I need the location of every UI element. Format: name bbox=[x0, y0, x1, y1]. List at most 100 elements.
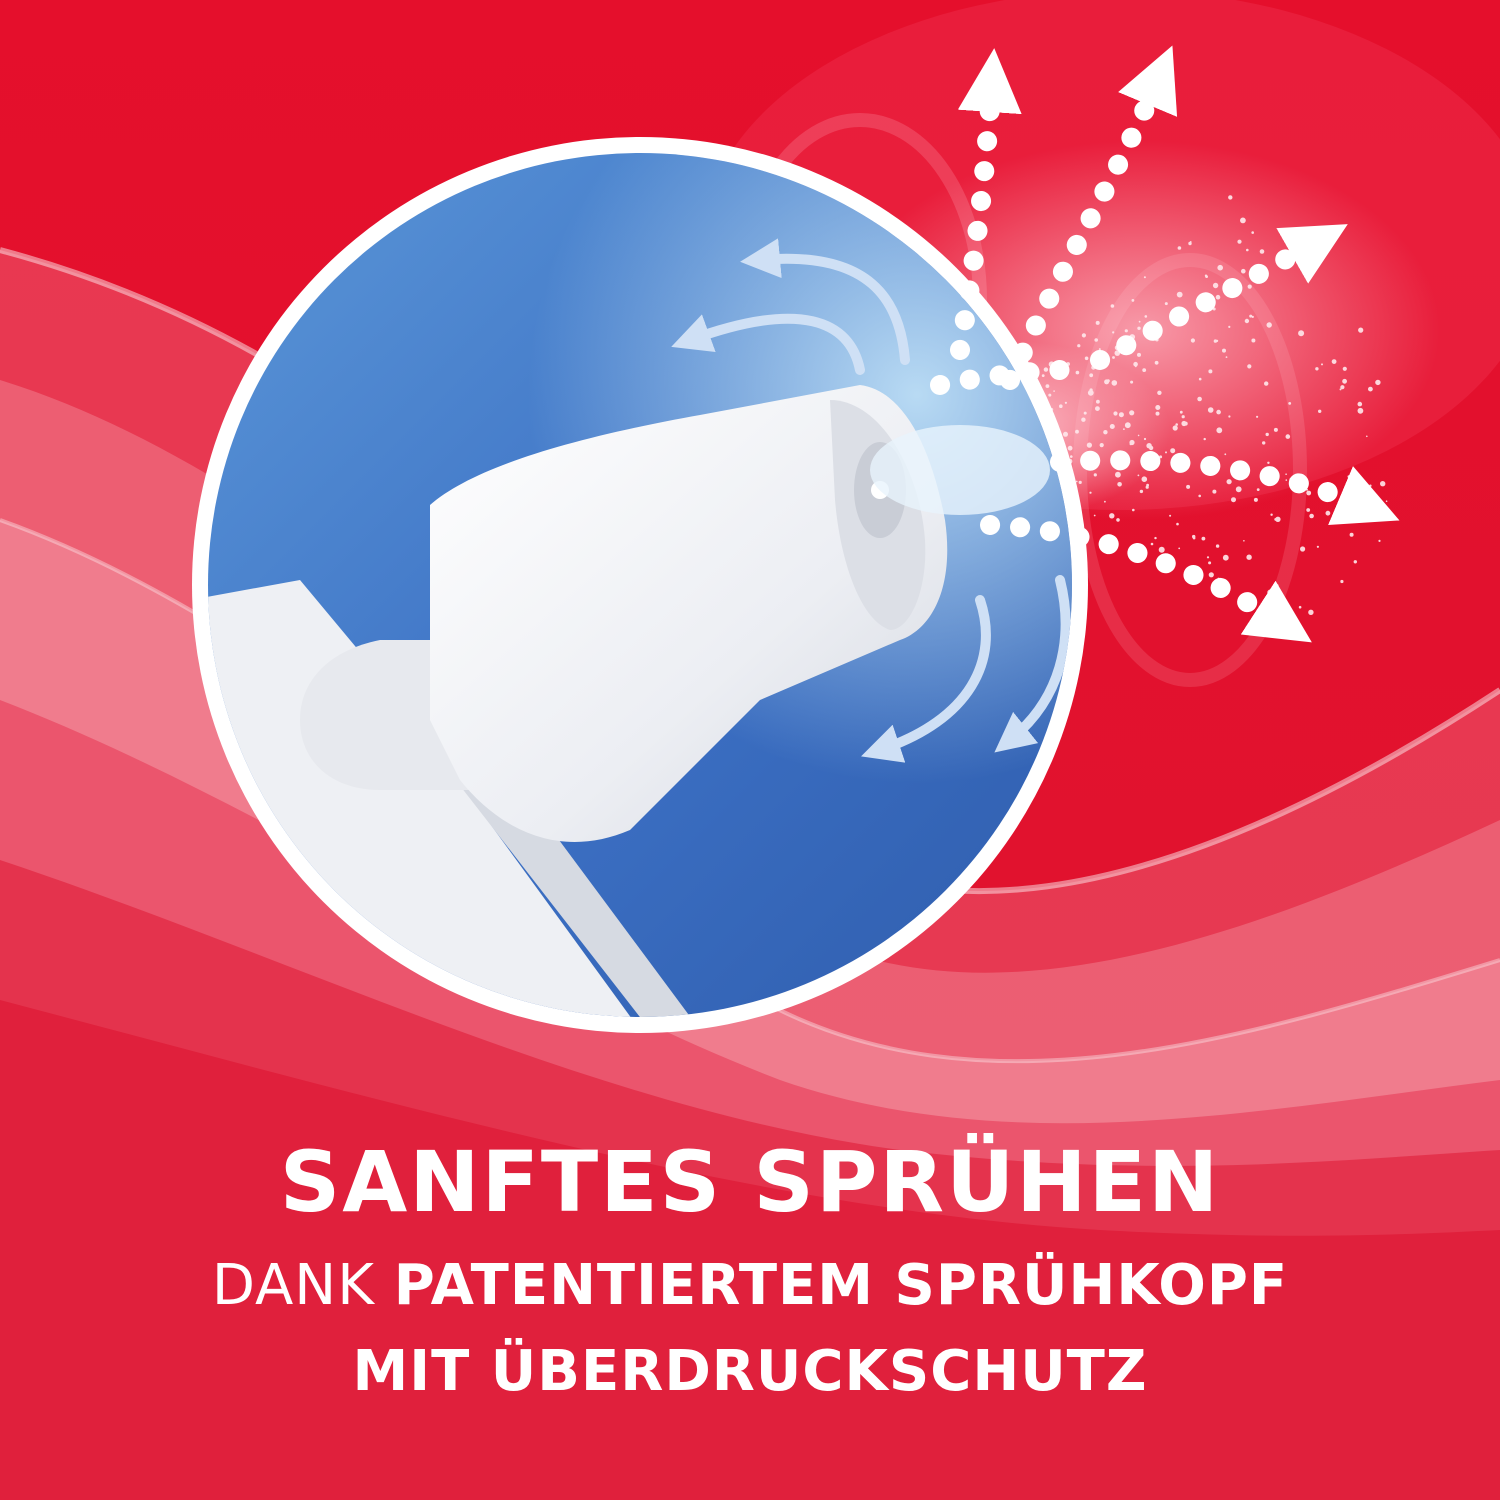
spray-mist-icon bbox=[1178, 547, 1181, 550]
spray-mist-icon bbox=[1253, 497, 1258, 502]
spray-mist-icon bbox=[1224, 453, 1227, 456]
spray-mist-icon bbox=[1075, 429, 1079, 434]
spray-mist-icon bbox=[1154, 536, 1157, 540]
spray-mist-icon bbox=[1117, 482, 1122, 487]
spray-mist-icon bbox=[1089, 373, 1094, 378]
spray-mist-icon bbox=[1347, 475, 1351, 478]
spray-mist-icon bbox=[1212, 282, 1219, 289]
spray-mist-icon bbox=[1110, 304, 1115, 308]
spray-mist-icon bbox=[1124, 329, 1128, 333]
spray-mist-icon bbox=[1349, 532, 1354, 537]
spray-mist-icon bbox=[1340, 579, 1344, 584]
spray-mist-icon bbox=[1240, 217, 1246, 224]
spray-mist-icon bbox=[1198, 377, 1202, 381]
spray-mist-icon bbox=[1222, 554, 1229, 561]
spray-mist-icon bbox=[1183, 421, 1188, 426]
spray-mist-icon bbox=[1265, 432, 1269, 437]
spray-mist-icon bbox=[1216, 427, 1223, 434]
spray-mist-icon bbox=[1251, 231, 1254, 234]
spray-mist-icon bbox=[1176, 522, 1179, 526]
spray-mist-icon bbox=[1112, 331, 1115, 334]
spray-mist-icon bbox=[1273, 427, 1278, 432]
spray-mist-icon bbox=[1316, 545, 1319, 548]
subheadline-bold-text: PATENTIERTEM SPRÜHKOPF bbox=[393, 1253, 1289, 1318]
spray-mist-icon bbox=[1205, 275, 1208, 278]
spray-mist-icon bbox=[1247, 364, 1252, 369]
spray-mist-icon bbox=[1298, 605, 1302, 609]
spray-mist-icon bbox=[1137, 434, 1140, 437]
spray-mist-icon bbox=[1331, 359, 1337, 364]
spray-mist-icon bbox=[1385, 500, 1388, 503]
spray-mist-icon bbox=[1208, 561, 1212, 565]
spray-mist-icon bbox=[1186, 484, 1191, 489]
spray-mist-icon bbox=[1228, 415, 1231, 418]
spray-mist-icon bbox=[1113, 411, 1118, 416]
spray-mist-icon bbox=[1109, 513, 1115, 519]
spray-mist-icon bbox=[1241, 268, 1246, 274]
spray-mist-icon bbox=[1267, 461, 1270, 464]
spray-mist-icon bbox=[1201, 536, 1206, 541]
spray-mist-icon bbox=[1095, 406, 1100, 411]
spray-mist-icon bbox=[1124, 422, 1131, 429]
spray-mist-icon bbox=[1222, 348, 1226, 353]
spray-mist-icon bbox=[1249, 314, 1253, 318]
spray-mist-icon bbox=[1259, 249, 1265, 254]
spray-mist-icon bbox=[1380, 481, 1386, 487]
spray-mist-icon bbox=[1089, 388, 1093, 392]
spray-mist-icon bbox=[1067, 445, 1073, 451]
spray-mist-icon bbox=[1143, 437, 1147, 441]
headline: SANFTES SPRÜHEN bbox=[279, 1133, 1221, 1231]
spray-mist-icon bbox=[1129, 443, 1132, 446]
spray-mist-icon bbox=[1339, 388, 1342, 391]
spray-mist-icon bbox=[1137, 326, 1141, 330]
spray-mist-icon bbox=[1215, 544, 1220, 548]
spray-mist-icon bbox=[1246, 554, 1252, 560]
spray-mist-icon bbox=[1093, 473, 1097, 477]
spray-mist-icon bbox=[1306, 490, 1312, 496]
spray-mist-icon bbox=[1157, 390, 1162, 395]
spray-mist-icon bbox=[1106, 379, 1110, 383]
spray-mist-icon bbox=[1275, 516, 1281, 522]
spray-mist-icon bbox=[1189, 241, 1192, 243]
spray-mist-icon bbox=[1353, 560, 1358, 564]
spray-mist-icon bbox=[1206, 556, 1210, 559]
spray-mist-icon bbox=[1197, 396, 1202, 402]
spray-mist-icon bbox=[1351, 516, 1357, 521]
spray-mist-icon bbox=[1368, 386, 1373, 392]
spray-mist-icon bbox=[1116, 518, 1120, 522]
spray-mist-icon bbox=[1064, 401, 1067, 404]
spray-mist-icon bbox=[1342, 378, 1347, 384]
spray-mist-icon bbox=[1112, 356, 1115, 359]
spray-mist-icon bbox=[1146, 443, 1152, 449]
subheadline-line-1: DANK PATENTIERTEM SPRÜHKOPF bbox=[0, 1250, 1500, 1322]
spray-mist-icon bbox=[1134, 365, 1137, 368]
spray-mist-icon bbox=[1165, 451, 1167, 454]
spray-mist-icon bbox=[1155, 411, 1160, 416]
spray-mist-icon bbox=[1375, 379, 1381, 386]
spray-mist-icon bbox=[1266, 322, 1272, 328]
spray-mist-icon bbox=[1179, 410, 1183, 414]
spray-mist-icon bbox=[1216, 339, 1219, 342]
spray-mist-icon bbox=[1158, 546, 1165, 553]
spray-mist-icon bbox=[1129, 410, 1135, 416]
spray-mist-icon bbox=[1123, 428, 1125, 430]
spray-mist-icon bbox=[1155, 405, 1161, 410]
spray-mist-icon bbox=[1246, 248, 1249, 252]
spray-mist-icon bbox=[1298, 330, 1305, 337]
spray-mist-icon bbox=[1077, 344, 1081, 348]
spray-mist-icon bbox=[1084, 356, 1089, 361]
subheadline-light-text: DANK bbox=[211, 1253, 394, 1318]
spray-mist-icon bbox=[1043, 367, 1049, 372]
spray-mist-icon bbox=[1208, 369, 1213, 374]
spray-mist-icon bbox=[1109, 424, 1115, 429]
spray-mist-icon bbox=[1059, 404, 1063, 409]
spray-mist-icon bbox=[1063, 431, 1068, 437]
spray-mist-icon bbox=[1235, 486, 1242, 493]
spray-mist-icon bbox=[1144, 315, 1148, 318]
spray-mist-icon bbox=[1262, 441, 1266, 445]
spray-mist-icon bbox=[1306, 508, 1311, 512]
spray-mist-icon bbox=[1198, 494, 1201, 498]
spray-mist-icon bbox=[1288, 402, 1292, 405]
spray-mist-icon bbox=[1309, 513, 1314, 519]
spray-mist-icon bbox=[1190, 338, 1195, 343]
